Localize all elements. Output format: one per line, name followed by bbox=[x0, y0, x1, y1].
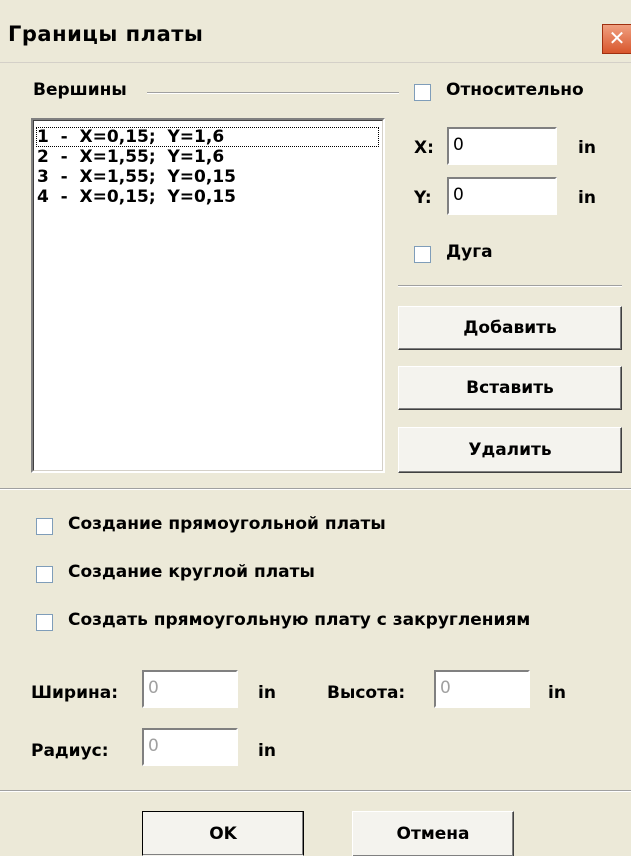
height-label: Высота: bbox=[327, 683, 406, 703]
y-label: Y: bbox=[414, 188, 432, 208]
vertex-separator bbox=[398, 285, 622, 287]
list-item[interactable]: 4 - X=0,15; Y=0,15 bbox=[36, 187, 236, 207]
height-input[interactable]: 0 bbox=[434, 670, 530, 708]
vertices-list-inner: 1 - X=0,15; Y=1,6 2 - X=1,55; Y=1,6 3 - … bbox=[33, 120, 383, 471]
close-button[interactable]: ✕ bbox=[602, 24, 631, 54]
y-input[interactable]: 0 bbox=[447, 177, 557, 215]
relative-checkbox[interactable] bbox=[414, 84, 431, 101]
ok-button[interactable]: OK bbox=[142, 811, 304, 856]
relative-label: Относительно bbox=[446, 80, 584, 100]
vertices-group-line bbox=[147, 92, 399, 94]
cancel-button[interactable]: Отмена bbox=[352, 811, 514, 856]
radius-unit: in bbox=[258, 741, 276, 761]
round-board-checkbox[interactable] bbox=[36, 566, 53, 583]
arc-label: Дуга bbox=[446, 242, 493, 262]
add-button[interactable]: Добавить bbox=[398, 306, 622, 350]
vertices-group-label: Вершины bbox=[33, 80, 127, 100]
height-unit: in bbox=[548, 683, 566, 703]
delete-button[interactable]: Удалить bbox=[398, 427, 622, 473]
rect-board-label: Создание прямоугольной платы bbox=[68, 514, 386, 534]
radius-label: Радиус: bbox=[31, 741, 109, 761]
rect-board-checkbox[interactable] bbox=[36, 518, 53, 535]
x-label: X: bbox=[414, 138, 434, 158]
y-unit: in bbox=[578, 188, 596, 208]
close-icon: ✕ bbox=[608, 26, 626, 50]
insert-button[interactable]: Вставить bbox=[398, 366, 622, 410]
arc-checkbox[interactable] bbox=[414, 246, 431, 263]
window-title: Границы платы bbox=[8, 22, 204, 46]
rounded-rect-board-label: Создать прямоугольную плату с закруглени… bbox=[68, 610, 531, 630]
width-label: Ширина: bbox=[31, 683, 119, 703]
footer-separator bbox=[0, 790, 631, 792]
list-item[interactable]: 1 - X=0,15; Y=1,6 bbox=[36, 127, 379, 147]
vertices-list[interactable]: 1 - X=0,15; Y=1,6 2 - X=1,55; Y=1,6 3 - … bbox=[31, 118, 385, 473]
round-board-label: Создание круглой платы bbox=[68, 562, 315, 582]
list-item[interactable]: 3 - X=1,55; Y=0,15 bbox=[36, 167, 236, 187]
list-item[interactable]: 2 - X=1,55; Y=1,6 bbox=[36, 147, 224, 167]
rounded-rect-board-checkbox[interactable] bbox=[36, 614, 53, 631]
x-input[interactable]: 0 bbox=[447, 127, 557, 165]
x-unit: in bbox=[578, 138, 596, 158]
radius-input[interactable]: 0 bbox=[142, 728, 238, 766]
section-separator bbox=[0, 488, 631, 490]
width-unit: in bbox=[258, 683, 276, 703]
width-input[interactable]: 0 bbox=[142, 670, 238, 708]
